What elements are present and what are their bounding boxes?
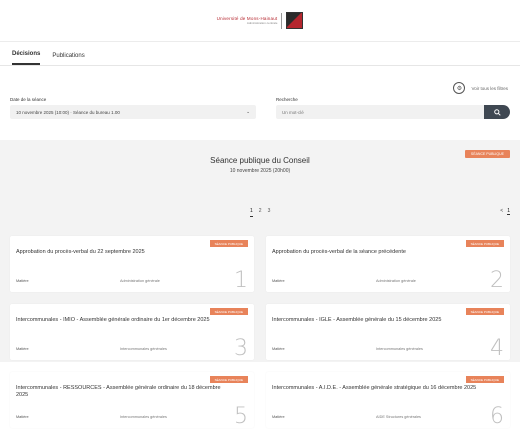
- card-title[interactable]: Approbation du procès-verbal du 22 septe…: [16, 249, 234, 256]
- card-badge: Séance publique: [209, 376, 248, 383]
- card-badge: Séance publique: [465, 376, 504, 383]
- session-date-select[interactable]: 10 novembre 2025 (10:00) · Séance du bur…: [10, 105, 256, 119]
- search-input[interactable]: [276, 105, 484, 119]
- decision-card[interactable]: Séance publique Approbation du procès-ve…: [266, 236, 510, 292]
- card-meta-mid: Intercommunales générales: [120, 347, 167, 351]
- session-panel: Séance publique Séance publique du Conse…: [0, 140, 520, 428]
- search-button[interactable]: [484, 105, 510, 119]
- chevron-down-icon: ⌄: [246, 109, 250, 114]
- session-title: Séance publique du Conseil: [210, 156, 310, 165]
- session-date: 10 novembre 2025 (20h00): [229, 168, 291, 174]
- decision-card[interactable]: Séance publique Intercommunales - A.I.D.…: [266, 372, 510, 428]
- search-label: Recherche: [276, 97, 298, 102]
- filter-icon[interactable]: ⚙: [453, 82, 466, 94]
- card-number: 4: [490, 336, 504, 361]
- card-title[interactable]: Intercommunales - A.I.D.E. - Assemblée g…: [272, 385, 490, 392]
- decision-card[interactable]: Séance publique Intercommunales - IMIO -…: [10, 304, 254, 360]
- card-badge: Séance publique: [209, 308, 248, 315]
- filter-toggle[interactable]: ⚙ Voir tous les filtres: [453, 82, 508, 94]
- card-badge: Séance publique: [465, 240, 504, 247]
- card-meta-mid: Intercommunales générales: [376, 347, 423, 351]
- card-meta-left: Matière: [16, 347, 29, 351]
- card-title[interactable]: Approbation du procès-verbal de la séanc…: [272, 249, 490, 256]
- pager-right: < 1: [500, 208, 510, 215]
- pager-page-2[interactable]: 2: [259, 208, 262, 217]
- card-meta-left: Matière: [16, 279, 29, 283]
- logo-mark-icon: [286, 12, 304, 29]
- card-title[interactable]: Intercommunales - RESSOURCES - Assemblée…: [16, 385, 234, 399]
- session-date-field: Date de la séance 10 novembre 2025 (10:0…: [10, 97, 256, 119]
- search-icon: [493, 108, 501, 116]
- search-field: Recherche: [276, 97, 510, 119]
- decision-card[interactable]: Séance publique Intercommunales - IGLE -…: [266, 304, 510, 360]
- card-number: 5: [234, 404, 248, 429]
- card-meta-left: Matière: [272, 279, 285, 283]
- decision-card[interactable]: Séance publique Approbation du procès-ve…: [10, 236, 254, 292]
- pager-page-3[interactable]: 3: [268, 208, 271, 217]
- card-title[interactable]: Intercommunales - IGLE - Assemblée génér…: [272, 317, 490, 324]
- session-date-label: Date de la séance: [10, 97, 47, 102]
- logo-text: Université de Mons-Hainaut Administratio…: [217, 16, 278, 25]
- tab-decisions[interactable]: Décisions: [12, 51, 41, 65]
- card-number: 2: [490, 268, 504, 293]
- university-logo[interactable]: Université de Mons-Hainaut Administratio…: [217, 12, 304, 29]
- search-fields: Date de la séance 10 novembre 2025 (10:0…: [10, 97, 510, 119]
- card-badge: Séance publique: [465, 308, 504, 315]
- pager-prev[interactable]: <: [500, 208, 503, 215]
- tab-publications[interactable]: Publications: [52, 53, 84, 65]
- card-meta-mid: Administration générale: [376, 279, 416, 283]
- pager: 1 2 3: [250, 208, 270, 217]
- card-title[interactable]: Intercommunales - IMIO - Assemblée génér…: [16, 317, 234, 324]
- pager-right-current[interactable]: 1: [507, 208, 510, 215]
- logo-divider: [281, 12, 283, 29]
- search-box: [276, 105, 510, 119]
- decision-card[interactable]: Séance publique Intercommunales - RESSOU…: [10, 372, 254, 428]
- card-number: 3: [234, 336, 248, 361]
- card-meta-left: Matière: [272, 415, 285, 419]
- card-meta-mid: Administration générale: [120, 279, 160, 283]
- card-meta-mid: Intercommunales générales: [120, 415, 167, 419]
- session-date-value: 10 novembre 2025 (10:00) · Séance du bur…: [16, 109, 120, 115]
- card-number: 6: [490, 404, 504, 429]
- site-header: Université de Mons-Hainaut Administratio…: [0, 0, 520, 42]
- card-meta-mid: AIDE Structures générales: [376, 415, 421, 419]
- logo-line2: Administration centrale: [246, 21, 278, 25]
- tab-bar: Décisions Publications: [0, 42, 520, 66]
- card-badge: Séance publique: [209, 240, 248, 247]
- filter-label[interactable]: Voir tous les filtres: [471, 86, 508, 91]
- card-meta-left: Matière: [272, 347, 285, 351]
- card-number: 1: [234, 268, 248, 293]
- card-meta-left: Matière: [16, 415, 29, 419]
- pager-page-1[interactable]: 1: [250, 208, 253, 217]
- decision-cards: Séance publique Approbation du procès-ve…: [10, 236, 510, 428]
